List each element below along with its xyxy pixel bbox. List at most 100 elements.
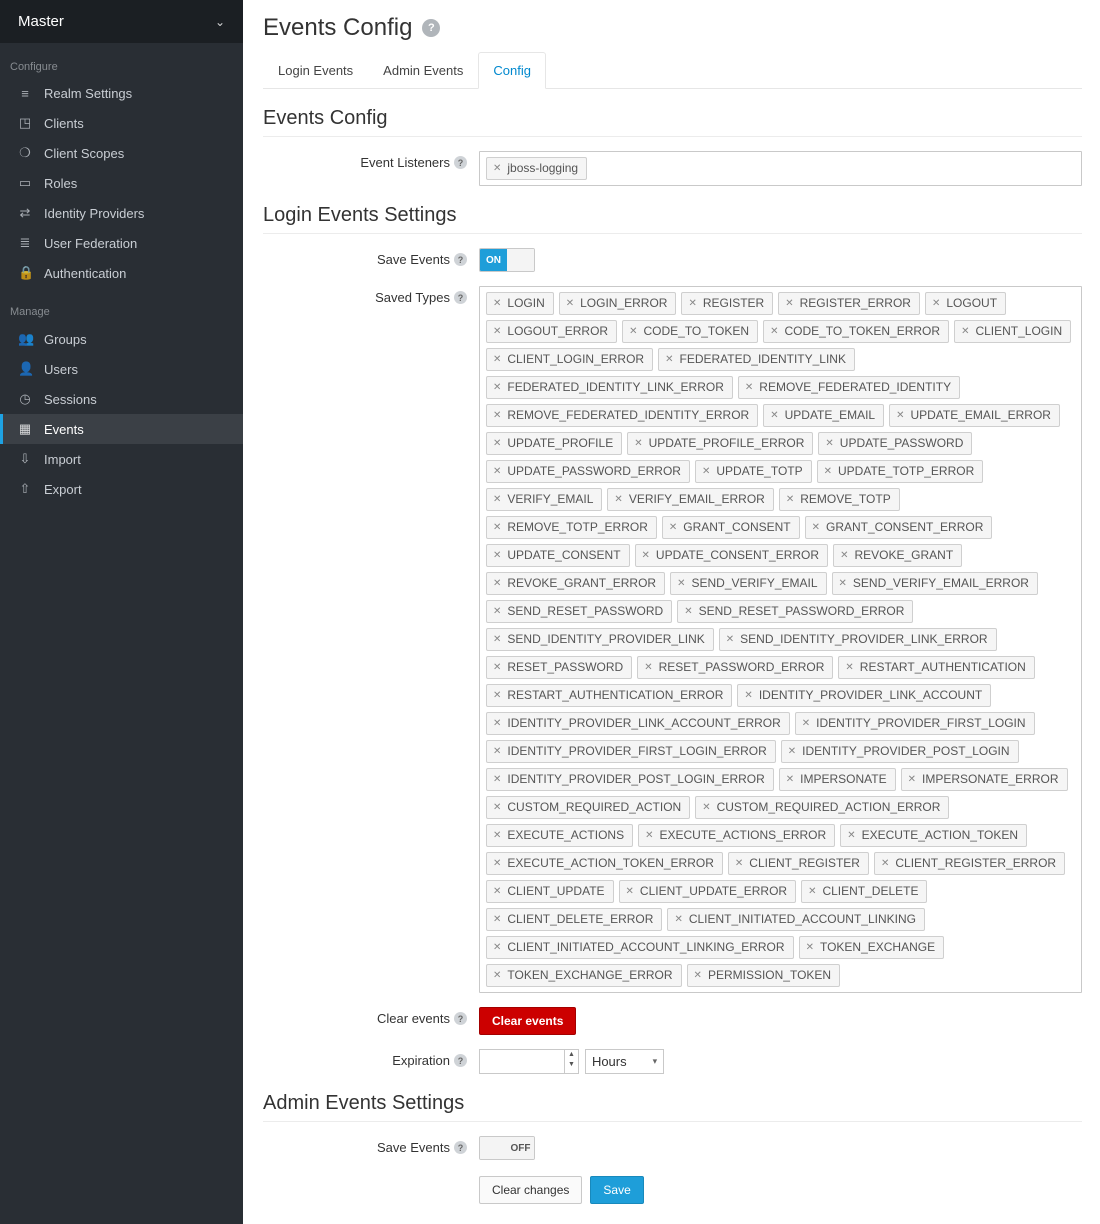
remove-tag-icon[interactable]: ✕ — [566, 296, 574, 311]
sidebar-item-user-federation[interactable]: ≣User Federation — [0, 228, 243, 258]
tag[interactable]: ✕UPDATE_TOTP_ERROR — [817, 460, 984, 483]
tooltip-icon[interactable]: ? — [454, 1141, 467, 1154]
tag[interactable]: ✕CLIENT_LOGIN — [954, 320, 1071, 343]
remove-tag-icon[interactable]: ✕ — [802, 716, 810, 731]
save-events-toggle[interactable]: ON OFF — [479, 248, 535, 272]
tag[interactable]: ✕RESET_PASSWORD_ERROR — [637, 656, 833, 679]
tag[interactable]: ✕EXECUTE_ACTION_TOKEN — [840, 824, 1027, 847]
tag[interactable]: ✕CLIENT_INITIATED_ACCOUNT_LINKING — [667, 908, 925, 931]
sidebar-item-client-scopes[interactable]: ❍Client Scopes — [0, 138, 243, 168]
tag[interactable]: ✕UPDATE_EMAIL_ERROR — [889, 404, 1060, 427]
remove-tag-icon[interactable]: ✕ — [493, 548, 501, 563]
remove-tag-icon[interactable]: ✕ — [493, 380, 501, 395]
tag[interactable]: ✕LOGOUT — [925, 292, 1006, 315]
tag[interactable]: ✕SEND_RESET_PASSWORD_ERROR — [677, 600, 913, 623]
tag[interactable]: ✕SEND_VERIFY_EMAIL_ERROR — [832, 572, 1038, 595]
tooltip-icon[interactable]: ? — [454, 291, 467, 304]
remove-tag-icon[interactable]: ✕ — [812, 520, 820, 535]
tag[interactable]: ✕IMPERSONATE_ERROR — [901, 768, 1068, 791]
tag[interactable]: ✕UPDATE_PROFILE_ERROR — [627, 432, 813, 455]
remove-tag-icon[interactable]: ✕ — [847, 828, 855, 843]
sidebar-item-realm-settings[interactable]: ≡Realm Settings — [0, 79, 243, 108]
tag[interactable]: ✕EXECUTE_ACTIONS — [486, 824, 633, 847]
remove-tag-icon[interactable]: ✕ — [493, 492, 501, 507]
tab-login-events[interactable]: Login Events — [263, 52, 368, 88]
remove-tag-icon[interactable]: ✕ — [684, 604, 692, 619]
help-icon[interactable]: ? — [422, 19, 440, 37]
tag[interactable]: ✕CODE_TO_TOKEN — [622, 320, 758, 343]
tag[interactable]: ✕SEND_VERIFY_EMAIL — [670, 572, 826, 595]
remove-tag-icon[interactable]: ✕ — [726, 632, 734, 647]
tag[interactable]: ✕UPDATE_TOTP — [695, 460, 812, 483]
remove-tag-icon[interactable]: ✕ — [824, 464, 832, 479]
tag[interactable]: ✕CLIENT_INITIATED_ACCOUNT_LINKING_ERROR — [486, 936, 794, 959]
tooltip-icon[interactable]: ? — [454, 253, 467, 266]
remove-tag-icon[interactable]: ✕ — [629, 324, 637, 339]
tag[interactable]: ✕FEDERATED_IDENTITY_LINK_ERROR — [486, 376, 733, 399]
tag[interactable]: ✕CLIENT_DELETE_ERROR — [486, 908, 662, 931]
remove-tag-icon[interactable]: ✕ — [881, 856, 889, 871]
remove-tag-icon[interactable]: ✕ — [806, 940, 814, 955]
remove-tag-icon[interactable]: ✕ — [493, 324, 501, 339]
expiration-input[interactable]: ▲▼ — [479, 1049, 579, 1074]
tag[interactable]: ✕CUSTOM_REQUIRED_ACTION_ERROR — [695, 796, 949, 819]
sidebar-item-users[interactable]: 👤Users — [0, 354, 243, 384]
tag[interactable]: ✕CUSTOM_REQUIRED_ACTION — [486, 796, 690, 819]
tag[interactable]: ✕CODE_TO_TOKEN_ERROR — [763, 320, 949, 343]
remove-tag-icon[interactable]: ✕ — [644, 660, 652, 675]
tag[interactable]: ✕IDENTITY_PROVIDER_FIRST_LOGIN — [795, 712, 1035, 735]
tag[interactable]: ✕CLIENT_REGISTER — [728, 852, 869, 875]
remove-tag-icon[interactable]: ✕ — [614, 492, 622, 507]
tag[interactable]: ✕IDENTITY_PROVIDER_POST_LOGIN — [781, 740, 1019, 763]
tag[interactable]: ✕CLIENT_LOGIN_ERROR — [486, 348, 653, 371]
remove-tag-icon[interactable]: ✕ — [735, 856, 743, 871]
remove-tag-icon[interactable]: ✕ — [493, 688, 501, 703]
sidebar-item-export[interactable]: ⇧Export — [0, 474, 243, 504]
remove-tag-icon[interactable]: ✕ — [786, 492, 794, 507]
remove-tag-icon[interactable]: ✕ — [896, 408, 904, 423]
tab-admin-events[interactable]: Admin Events — [368, 52, 478, 88]
spinner-down[interactable]: ▼ — [565, 1060, 578, 1070]
tag[interactable]: ✕REMOVE_FEDERATED_IDENTITY — [738, 376, 960, 399]
remove-tag-icon[interactable]: ✕ — [808, 884, 816, 899]
remove-tag-icon[interactable]: ✕ — [840, 548, 848, 563]
remove-tag-icon[interactable]: ✕ — [493, 940, 501, 955]
tooltip-icon[interactable]: ? — [454, 1054, 467, 1067]
remove-tag-icon[interactable]: ✕ — [770, 324, 778, 339]
tag[interactable]: ✕CLIENT_REGISTER_ERROR — [874, 852, 1065, 875]
tag[interactable]: ✕UPDATE_PROFILE — [486, 432, 622, 455]
tag[interactable]: ✕LOGIN — [486, 292, 554, 315]
remove-tag-icon[interactable]: ✕ — [493, 296, 501, 311]
tag[interactable]: ✕RESTART_AUTHENTICATION_ERROR — [486, 684, 732, 707]
remove-tag-icon[interactable]: ✕ — [493, 744, 501, 759]
remove-tag-icon[interactable]: ✕ — [932, 296, 940, 311]
remove-tag-icon[interactable]: ✕ — [493, 716, 501, 731]
tag[interactable]: ✕IDENTITY_PROVIDER_LINK_ACCOUNT_ERROR — [486, 712, 790, 735]
remove-tag-icon[interactable]: ✕ — [642, 548, 650, 563]
remove-tag-icon[interactable]: ✕ — [770, 408, 778, 423]
sidebar-item-clients[interactable]: ◳Clients — [0, 108, 243, 138]
tag[interactable]: ✕TOKEN_EXCHANGE — [799, 936, 945, 959]
remove-tag-icon[interactable]: ✕ — [493, 604, 501, 619]
tag[interactable]: ✕UPDATE_PASSWORD_ERROR — [486, 460, 690, 483]
remove-tag-icon[interactable]: ✕ — [825, 436, 833, 451]
tag[interactable]: ✕RESTART_AUTHENTICATION — [838, 656, 1034, 679]
remove-tag-icon[interactable]: ✕ — [626, 884, 634, 899]
sidebar-item-roles[interactable]: ▭Roles — [0, 168, 243, 198]
remove-tag-icon[interactable]: ✕ — [493, 772, 501, 787]
tag[interactable]: ✕UPDATE_CONSENT_ERROR — [635, 544, 829, 567]
remove-tag-icon[interactable]: ✕ — [493, 408, 501, 423]
tag[interactable]: ✕RESET_PASSWORD — [486, 656, 632, 679]
remove-tag-icon[interactable]: ✕ — [786, 772, 794, 787]
sidebar-item-events[interactable]: ▦Events — [0, 414, 243, 444]
remove-tag-icon[interactable]: ✕ — [493, 161, 501, 176]
tag[interactable]: ✕REGISTER — [681, 292, 773, 315]
admin-save-events-toggle[interactable]: ON OFF — [479, 1136, 535, 1160]
tag[interactable]: ✕CLIENT_UPDATE — [486, 880, 614, 903]
remove-tag-icon[interactable]: ✕ — [493, 464, 501, 479]
remove-tag-icon[interactable]: ✕ — [493, 352, 501, 367]
tag[interactable]: ✕CLIENT_DELETE — [801, 880, 927, 903]
event-listeners-input[interactable]: ✕jboss-logging — [479, 151, 1082, 186]
remove-tag-icon[interactable]: ✕ — [493, 632, 501, 647]
tag[interactable]: ✕EXECUTE_ACTION_TOKEN_ERROR — [486, 852, 723, 875]
